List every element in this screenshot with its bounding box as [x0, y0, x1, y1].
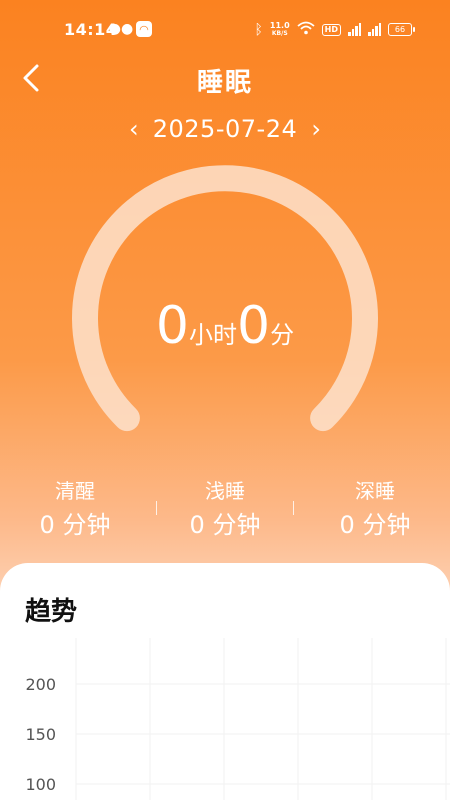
wechat-icon: ●● — [108, 21, 134, 37]
sleep-hours-unit: 小时 — [189, 321, 237, 349]
sleep-minutes: 0 — [237, 296, 271, 356]
stat-deep-sleep-label: 深睡 — [355, 479, 395, 503]
signal-2-icon — [368, 23, 381, 36]
trend-card: 趋势 200 150 100 — [0, 563, 450, 800]
network-speed: 11.0 KB/S — [269, 20, 290, 38]
stat-awake-value: 0 分钟 — [39, 511, 111, 539]
status-bar: 14:14 ●● ◠ ᛒ 11.0 KB/S HD 66 — [0, 0, 450, 58]
network-speed-unit: KB/S — [271, 29, 288, 37]
hd-voice-badge: HD — [321, 23, 341, 36]
stat-light-sleep: 浅睡 0 分钟 — [150, 476, 300, 546]
battery-icon: 66 — [388, 23, 415, 36]
selected-date[interactable]: 2025-07-24 — [153, 115, 297, 143]
network-speed-value: 11.0 — [269, 20, 290, 30]
previous-day-button[interactable]: ‹ — [125, 115, 143, 143]
sleep-duration: 0小时0分 — [0, 296, 450, 356]
status-indicators: ᛒ 11.0 KB/S HD 66 — [254, 20, 415, 38]
bluetooth-icon: ᛒ — [254, 21, 263, 38]
stat-awake-label: 清醒 — [55, 479, 95, 503]
stat-divider — [293, 501, 294, 515]
stat-divider — [156, 501, 157, 515]
trend-chart: 200 150 100 — [25, 638, 450, 800]
wifi-icon — [297, 21, 315, 38]
stat-deep-sleep-value: 0 分钟 — [339, 511, 411, 539]
sleep-hours: 0 — [155, 296, 189, 356]
stat-deep-sleep: 深睡 0 分钟 — [300, 476, 450, 546]
sleep-screen: 14:14 ●● ◠ ᛒ 11.0 KB/S HD 66 睡眠 ‹ 2025-0… — [0, 0, 450, 800]
stat-light-sleep-value: 0 分钟 — [189, 511, 261, 539]
y-tick-label: 150 — [25, 725, 56, 744]
sleep-minutes-unit: 分 — [270, 321, 295, 349]
sleep-stats: 清醒 0 分钟 浅睡 0 分钟 深睡 0 分钟 — [0, 476, 450, 546]
y-tick-label: 100 — [25, 775, 56, 794]
battery-level: 66 — [394, 25, 406, 34]
signal-1-icon — [348, 23, 361, 36]
y-tick-label: 200 — [25, 675, 56, 694]
next-day-button[interactable]: › — [307, 115, 325, 143]
page-title: 睡眠 — [196, 68, 253, 98]
date-selector: ‹ 2025-07-24 › — [0, 113, 450, 145]
stat-light-sleep-label: 浅睡 — [205, 479, 245, 503]
notification-icons: ●● ◠ — [108, 21, 152, 37]
trend-title: 趋势 — [25, 597, 78, 627]
app-notification-icon: ◠ — [136, 21, 152, 37]
stat-awake: 清醒 0 分钟 — [0, 476, 150, 546]
